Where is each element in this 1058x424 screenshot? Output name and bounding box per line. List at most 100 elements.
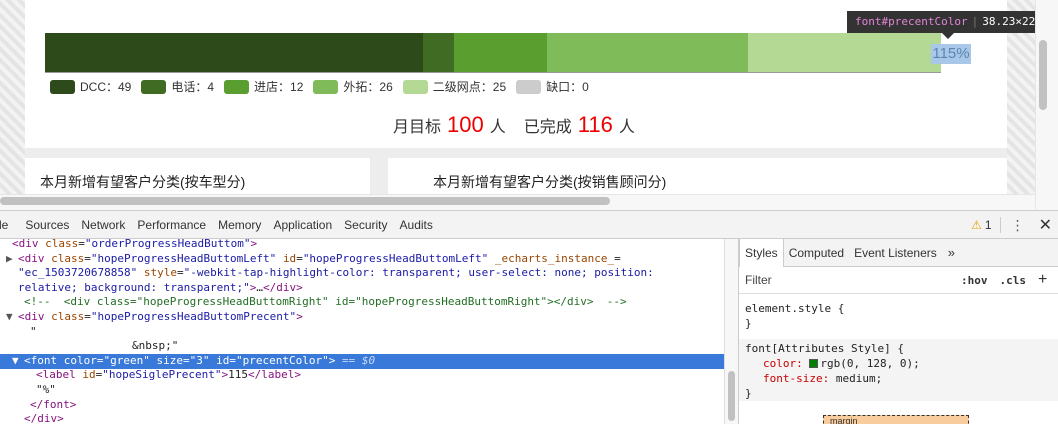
bar-segment-4[interactable] [747,33,941,73]
more-tabs-icon[interactable]: » [948,245,955,260]
tooltip-selector: #precentColor [881,15,968,28]
color-swatch[interactable] [809,359,819,368]
card-by-model-title: 本月新增有望客户分类(按车型分) [40,174,246,190]
tooltip-arrow [942,33,954,39]
legend-swatch [516,79,542,94]
styles-pane: Styles Computed Event Listeners » :hov .… [738,238,1058,424]
devtools-tab-3[interactable]: Performance [137,218,218,232]
target-prefix: 月目标 [393,119,442,136]
font-size-property-name: font-size: [763,372,830,385]
expand-toggle-icon[interactable]: ▶ [6,252,13,267]
dom-node-line[interactable]: " [0,325,724,340]
dom-node-line[interactable]: <label id="hopeSiglePrecent">115</label> [0,368,724,383]
legend-item-2[interactable]: 进店：12 [224,78,303,95]
bar-segment-2[interactable] [454,33,548,73]
dom-node-line[interactable]: <!-- <div class="hopeProgressHeadButtomR… [0,295,724,310]
expand-toggle-icon[interactable]: ▼ [6,310,13,325]
styles-filter-input[interactable] [745,273,945,287]
font-rule-close: } [745,387,752,400]
devtools-tab-bar: le Sources Network Performance Memory Applica… [0,211,1058,239]
percent-label[interactable]: 115% [931,44,971,64]
bar-axis-line [45,72,941,73]
dom-node-line[interactable]: <div class="orderProgressHeadButtom"> [0,239,724,252]
tooltip-size: 38.23×22 [982,15,1036,28]
legend-item-5[interactable]: 缺口：0 [516,78,589,95]
legend-label: 进店：12 [254,80,304,94]
elements-tree[interactable]: <div class="orderProgressHeadButtom"> ▶ <d… [0,239,724,424]
tab-styles[interactable]: Styles [739,238,784,267]
legend-label: 二级网点：25 [432,80,507,94]
devtools-tab-0[interactable]: le [0,218,25,232]
element-style-rule[interactable]: element.style { } [739,301,1058,331]
web-page: DCC：49 电话：4 进店：12 外拓：26 二级网点：25 缺口：0 115% fon… [0,0,1058,210]
legend-label: DCC：49 [80,80,132,94]
left-margin-hatch [0,0,25,210]
class-toggle[interactable]: .cls [1000,274,1027,287]
legend-swatch [141,79,167,94]
stacked-progress-bar [45,33,941,73]
page-horizontal-scroll-thumb[interactable] [0,197,610,205]
dom-node-line[interactable]: ▶ <div class="hopeProgressHeadButtomLeft"… [0,252,724,267]
devtools-tab-2[interactable]: Network [81,218,137,232]
warning-count[interactable]: 1 [985,218,992,232]
color-property-value: rgb(0, 128, 0); [820,357,920,370]
legend-item-3[interactable]: 外拓：26 [313,78,393,95]
legend-item-4[interactable]: 二级网点：25 [402,78,507,95]
dom-node-line[interactable]: &nbsp;" [0,339,724,354]
devtools-tab-1[interactable]: Sources [25,218,81,232]
elements-scroll-thumb[interactable] [728,371,735,421]
legend-swatch [402,79,428,94]
selected-dom-node[interactable]: ▼ <font color="green" size="3" id="precen… [0,353,724,369]
dom-node-line[interactable]: </div> [0,412,724,424]
styles-filter-row: :hov .cls + [739,267,1058,294]
target-value: 100 [447,112,484,137]
devtools-panel: le Sources Network Performance Memory Applica… [0,210,1058,424]
legend-swatch [224,79,250,94]
inspect-tooltip: font#precentColor | 38.23×22 [847,11,1058,33]
font-attributes-rule[interactable]: font[Attributes Style] { color: rgb(0, 1… [739,339,1058,401]
hover-state-toggle[interactable]: :hov [961,274,988,287]
legend-label: 电话：4 [171,80,215,94]
new-rule-icon[interactable]: + [1038,271,1047,289]
dom-node-line[interactable]: relative; background: transparent;">…</d… [0,281,724,296]
devtools-toolbar-right: ⚠ 1 ⋮ ✕ [971,211,1058,239]
target-summary: 月目标 100 人 已完成 116 人 [393,112,635,138]
devtools-tab-7[interactable]: Audits [400,218,445,232]
font-size-property-value: medium; [835,372,883,385]
legend-item-0[interactable]: DCC：49 [50,78,131,95]
legend-swatch [50,79,75,94]
bar-segment-0[interactable] [45,33,424,73]
chart-legend: DCC：49 电话：4 进店：12 外拓：26 二级网点：25 缺口：0 [50,78,599,95]
done-value: 116 [577,112,613,137]
devtools-tab-6[interactable]: Security [344,218,399,232]
font-rule-selector: font[Attributes Style] { [745,342,904,355]
bar-segment-1[interactable] [423,33,455,73]
done-prefix: 已完成 [523,119,572,136]
tab-computed[interactable]: Computed [784,239,849,267]
close-icon[interactable]: ✕ [1039,215,1052,235]
bar-segment-3[interactable] [547,33,748,73]
devtools-tab-5[interactable]: Application [273,218,344,232]
legend-label: 外拓：26 [343,80,393,94]
dom-node-line[interactable]: </font> [0,398,724,413]
color-property-name: color: [763,357,803,370]
warning-icon[interactable]: ⚠ [971,218,982,232]
tab-event-listeners[interactable]: Event Listeners [849,239,942,267]
styles-tab-bar: Styles Computed Event Listeners » [739,238,1058,267]
dom-node-line[interactable]: "ec_1503720678858" style="-webkit-tap-hi… [0,266,724,281]
tooltip-tag: font [855,15,882,28]
page-vertical-scroll-thumb[interactable] [1039,40,1047,110]
legend-swatch [313,79,339,94]
target-unit: 人 [489,119,506,136]
kebab-menu-icon[interactable]: ⋮ [1011,217,1025,234]
devtools-tab-4[interactable]: Memory [218,218,273,232]
box-model-margin[interactable]: margin [823,415,969,424]
card-by-advisor-title: 本月新增有望客户分类(按销售顾问分) [433,174,667,190]
done-unit: 人 [618,119,635,136]
dom-node-line[interactable]: "%" [0,383,724,398]
expand-toggle-icon[interactable]: ▼ [12,354,19,369]
element-style-selector: element.style { [745,302,845,315]
dom-node-line[interactable]: ▼ <div class="hopeProgressHeadButtomPrece… [0,310,724,325]
legend-label: 缺口：0 [546,80,589,94]
legend-item-1[interactable]: 电话：4 [141,78,214,95]
